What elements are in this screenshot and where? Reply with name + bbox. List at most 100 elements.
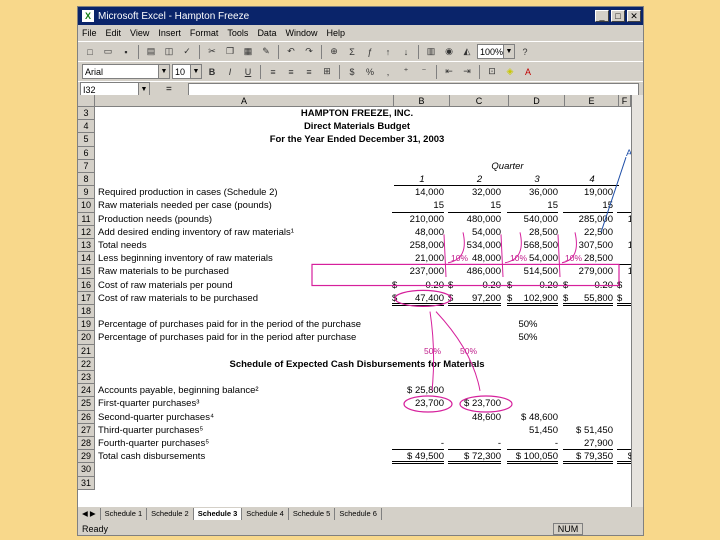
row-header[interactable]: 12 [78, 225, 95, 239]
row-header[interactable]: 3 [78, 107, 95, 121]
chart-wizard-icon[interactable]: ▥ [423, 44, 439, 60]
schedule-value[interactable]: 48,600 [446, 411, 501, 424]
budget-row-label[interactable]: Raw materials needed per case (pounds) [98, 199, 394, 212]
schedule-title[interactable]: Schedule of Expected Cash Disbursements … [95, 358, 619, 371]
menu-data[interactable]: Data [257, 28, 276, 38]
budget-value[interactable]: 568,500 [505, 239, 558, 252]
budget-value[interactable]: 19,000 [561, 186, 613, 199]
map-icon[interactable]: ◉ [441, 44, 457, 60]
schedule-value[interactable] [446, 384, 501, 397]
row-header[interactable]: 14 [78, 252, 95, 266]
row-header[interactable]: 15 [78, 265, 95, 279]
report-period[interactable]: For the Year Ended December 31, 2003 [95, 133, 619, 146]
budget-row-label[interactable]: Add desired ending inventory of raw mate… [98, 226, 394, 239]
budget-value[interactable]: 54,000 [446, 226, 501, 239]
annotation-label[interactable]: 10% [565, 252, 595, 265]
budget-value[interactable]: 514,500 [505, 265, 558, 278]
annotation-label[interactable]: 10% [451, 252, 481, 265]
budget-row-label[interactable]: Less beginning inventory of raw material… [98, 252, 394, 265]
row-header[interactable]: 27 [78, 423, 95, 437]
budget-value[interactable]: 28,500 [505, 226, 558, 239]
budget-value[interactable]: 258,000 [390, 239, 444, 252]
autosum-icon[interactable]: Σ [344, 44, 360, 60]
row-header[interactable]: 4 [78, 120, 95, 134]
row-header[interactable]: 25 [78, 397, 95, 411]
increase-decimal-icon[interactable]: ⁺ [398, 64, 414, 80]
budget-value[interactable]: 15 [505, 199, 558, 212]
format-painter-icon[interactable]: ✎ [258, 44, 274, 60]
schedule-row-label[interactable]: Third-quarter purchases⁵ [98, 424, 394, 437]
budget-value[interactable]: 32,000 [446, 186, 501, 199]
select-all-corner[interactable] [78, 95, 95, 107]
row-header[interactable]: 13 [78, 239, 95, 253]
budget-value[interactable]: 486,000 [446, 265, 501, 278]
budget-row-label[interactable]: Cost of raw materials to be purchased [98, 292, 394, 305]
tab-schedule-6[interactable]: Schedule 6 [335, 508, 382, 520]
row-header[interactable]: 24 [78, 384, 95, 398]
comma-button[interactable]: , [380, 64, 396, 80]
menu-edit[interactable]: Edit [106, 28, 122, 38]
currency-button[interactable]: $ [344, 64, 360, 80]
row-header[interactable]: 19 [78, 318, 95, 332]
schedule-value[interactable] [561, 384, 613, 397]
cut-icon[interactable]: ✂ [204, 44, 220, 60]
paste-icon[interactable]: ▦ [240, 44, 256, 60]
schedule-value[interactable] [390, 411, 444, 424]
annotation-label[interactable]: 50% [424, 345, 454, 358]
column-header-d[interactable]: D [509, 95, 565, 107]
row-header[interactable]: 9 [78, 186, 95, 200]
dollar-sign[interactable]: $ [448, 279, 460, 292]
row-header[interactable]: 7 [78, 159, 95, 173]
budget-value[interactable]: 540,000 [505, 213, 558, 226]
budget-value[interactable]: 14,000 [390, 186, 444, 199]
dollar-sign[interactable]: $ [563, 279, 575, 292]
worksheet-grid[interactable]: A B C D E F 3 4 5 6 7 8 9 10 11 12 13 14 15 16 17 18 19 2… [78, 95, 643, 507]
font-size-select[interactable]: 10 ▼ [172, 64, 202, 79]
budget-row-label[interactable]: Production needs (pounds) [98, 213, 394, 226]
font-select[interactable]: Arial ▼ [82, 64, 170, 79]
hyperlink-icon[interactable]: ⊕ [326, 44, 342, 60]
column-header-a[interactable]: A [95, 95, 394, 107]
maximize-button[interactable]: □ [611, 10, 625, 22]
copy-icon[interactable]: ❐ [222, 44, 238, 60]
schedule-value[interactable]: $ 48,600 [505, 411, 558, 424]
help-icon[interactable]: ? [517, 44, 533, 60]
decrease-decimal-icon[interactable]: ⁻ [416, 64, 432, 80]
column-header-c[interactable]: C [450, 95, 509, 107]
schedule-value[interactable]: 23,700 [390, 397, 444, 410]
percent-button[interactable]: % [362, 64, 378, 80]
redo-icon[interactable]: ↷ [301, 44, 317, 60]
schedule-row-label[interactable]: Accounts payable, beginning balance² [98, 384, 394, 397]
budget-value[interactable]: 534,000 [446, 239, 501, 252]
percentage-label[interactable]: Percentage of purchases paid for in the … [98, 331, 394, 344]
fill-color-icon[interactable]: ◈ [502, 64, 518, 80]
schedule-row-label[interactable]: First-quarter purchases³ [98, 397, 394, 410]
row-header[interactable]: 30 [78, 463, 95, 477]
menu-view[interactable]: View [130, 28, 149, 38]
font-color-icon[interactable]: A [520, 64, 536, 80]
annotation-label[interactable]: 50% [460, 345, 490, 358]
budget-value[interactable]: 21,000 [390, 252, 444, 265]
schedule-value[interactable] [505, 384, 558, 397]
budget-value[interactable]: 22,500 [561, 226, 613, 239]
align-left-icon[interactable]: ≡ [265, 64, 281, 80]
menu-window[interactable]: Window [285, 28, 317, 38]
column-header-f[interactable]: F [619, 95, 631, 107]
undo-icon[interactable]: ↶ [283, 44, 299, 60]
tab-schedule-1[interactable]: Schedule 1 [101, 508, 148, 520]
spelling-icon[interactable]: ✓ [179, 44, 195, 60]
dollar-sign[interactable]: $ [507, 279, 519, 292]
schedule-row-label[interactable]: Second-quarter purchases⁴ [98, 411, 394, 424]
row-header[interactable]: 11 [78, 212, 95, 226]
row-header[interactable]: 16 [78, 278, 95, 292]
budget-value[interactable]: 15 [446, 199, 501, 212]
menu-format[interactable]: Format [190, 28, 219, 38]
row-header[interactable]: 21 [78, 344, 95, 358]
underline-button[interactable]: U [240, 64, 256, 80]
row-header[interactable]: 18 [78, 305, 95, 319]
italic-button[interactable]: I [222, 64, 238, 80]
sort-ascending-icon[interactable]: ↑ [380, 44, 396, 60]
schedule-value[interactable] [561, 397, 613, 410]
borders-icon[interactable]: ⊡ [484, 64, 500, 80]
schedule-value[interactable]: $ 51,450 [561, 424, 613, 437]
